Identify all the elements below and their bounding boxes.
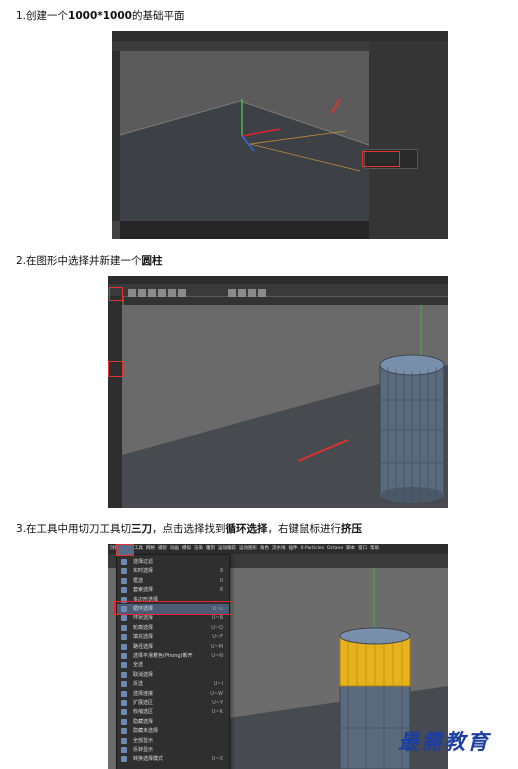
highlight-box <box>362 151 400 167</box>
step-1-prefix: 1.创建一个 <box>16 10 69 22</box>
menu-item-shortcut: U~X <box>211 756 223 763</box>
step-2-caption: 2.在图形中选择并新建一个圆柱 <box>16 254 163 268</box>
step-3-bold1: 三刀 <box>131 523 153 535</box>
plane-scene <box>119 51 370 221</box>
menu-item-icon <box>121 634 127 641</box>
left-toolbar <box>108 296 122 508</box>
menu-bar: 创建选择工具网格捕捉动画模拟渲染雕刻运动跟踪运动图形角色流水线插件X-Parti… <box>108 544 448 554</box>
menu-item-icon <box>121 718 127 725</box>
viewport-tabs <box>124 297 448 305</box>
menu-item-icon <box>121 709 127 716</box>
menubar-item[interactable]: 捕捉 <box>158 546 167 551</box>
menubar-item[interactable]: 流水线 <box>272 546 286 551</box>
menubar-item[interactable]: 渲染 <box>194 546 203 551</box>
menu-item-icon <box>121 681 127 688</box>
menubar-item[interactable]: 运动跟踪 <box>218 546 236 551</box>
menubar-item[interactable]: 雕刻 <box>206 546 215 551</box>
step-3-caption: 3.在工具中用切刀工具切三刀，点击选择找到循环选择，右键鼠标进行挤压 <box>16 522 362 536</box>
menubar-item[interactable]: 插件 <box>289 546 298 551</box>
loop-select-highlight-box <box>114 601 232 615</box>
menu-item-icon <box>121 728 127 735</box>
menu-item-icon <box>121 624 127 631</box>
left-toolbar <box>112 51 120 221</box>
menu-item-icon <box>121 587 127 594</box>
select-menu-item[interactable]: 转换选择模式 U~X <box>117 754 229 764</box>
viewport <box>122 305 448 508</box>
step-2-prefix: 2.在图形中选择并新建一个 <box>16 255 142 267</box>
menu-item-label: 转换选择模式 <box>133 756 164 763</box>
step-3-bold3: 挤压 <box>341 523 363 535</box>
menu-item-icon <box>121 653 127 659</box>
menubar-item[interactable]: Octane <box>327 546 343 551</box>
menu-item-icon <box>121 756 127 763</box>
viewport <box>119 51 370 221</box>
menu-item-icon <box>121 568 127 575</box>
timeline <box>120 221 369 239</box>
toolbar <box>108 284 448 297</box>
menu-item-icon <box>121 700 127 706</box>
cylinder-scene <box>122 305 448 508</box>
watermark: 最需教育 <box>398 729 490 754</box>
step-1-bold: 1000*1000 <box>68 10 132 22</box>
step-1-suffix: 的基础平面 <box>131 10 185 22</box>
step-2-bold: 圆柱 <box>141 255 163 267</box>
menubar-item[interactable]: 模拟 <box>182 546 191 551</box>
menu-item-icon <box>121 662 127 669</box>
menubar-item[interactable]: X-Particles <box>301 546 324 551</box>
screenshot-loop-select: 创建选择工具网格捕捉动画模拟渲染雕刻运动跟踪运动图形角色流水线插件X-Parti… <box>108 544 448 769</box>
menu-item-icon <box>121 690 127 697</box>
select-menu: 选择过滤 实时选择 9 框选 0 套索选择 8 多边形选择 循环选择 U~L 环状选择 U~B 轮廓选择… <box>116 554 230 769</box>
menu-item-icon <box>121 643 127 650</box>
menubar-item[interactable]: 运动图形 <box>239 546 257 551</box>
menu-item-icon <box>121 559 127 565</box>
object-panel <box>369 41 448 239</box>
menubar-item[interactable]: 工具 <box>134 546 143 551</box>
step-3-mid2: ，右键鼠标进行 <box>267 523 342 535</box>
menu-bar <box>108 276 448 284</box>
menu-item-icon <box>121 615 127 622</box>
menu-item-icon <box>121 737 127 744</box>
menubar-item[interactable]: 窗口 <box>358 546 367 551</box>
step-3-bold2: 循环选择 <box>225 523 268 535</box>
menubar-item[interactable]: 网格 <box>146 546 155 551</box>
step-3-prefix: 3.在工具中用切刀工具切 <box>16 523 132 535</box>
menubar-item[interactable]: 动画 <box>170 546 179 551</box>
menubar-item[interactable]: 角色 <box>260 546 269 551</box>
menubar-item[interactable]: 脚本 <box>346 546 355 551</box>
menu-bar <box>112 31 448 41</box>
menu-item-icon <box>121 671 127 678</box>
highlight-box-tool <box>109 287 123 301</box>
step-3-mid: ，点击选择找到 <box>152 523 226 535</box>
screenshot-plane <box>112 31 448 239</box>
step-1-caption: 1.创建一个1000*1000的基础平面 <box>16 9 184 23</box>
highlight-box-cylinder-button[interactable] <box>108 361 123 377</box>
menubar-item[interactable]: 帮助 <box>370 546 379 551</box>
menu-item-icon <box>121 577 127 584</box>
select-menu-title-highlight[interactable] <box>116 544 134 556</box>
screenshot-cylinder <box>108 276 448 508</box>
cylinder <box>379 354 445 503</box>
menu-item-icon <box>121 747 127 753</box>
